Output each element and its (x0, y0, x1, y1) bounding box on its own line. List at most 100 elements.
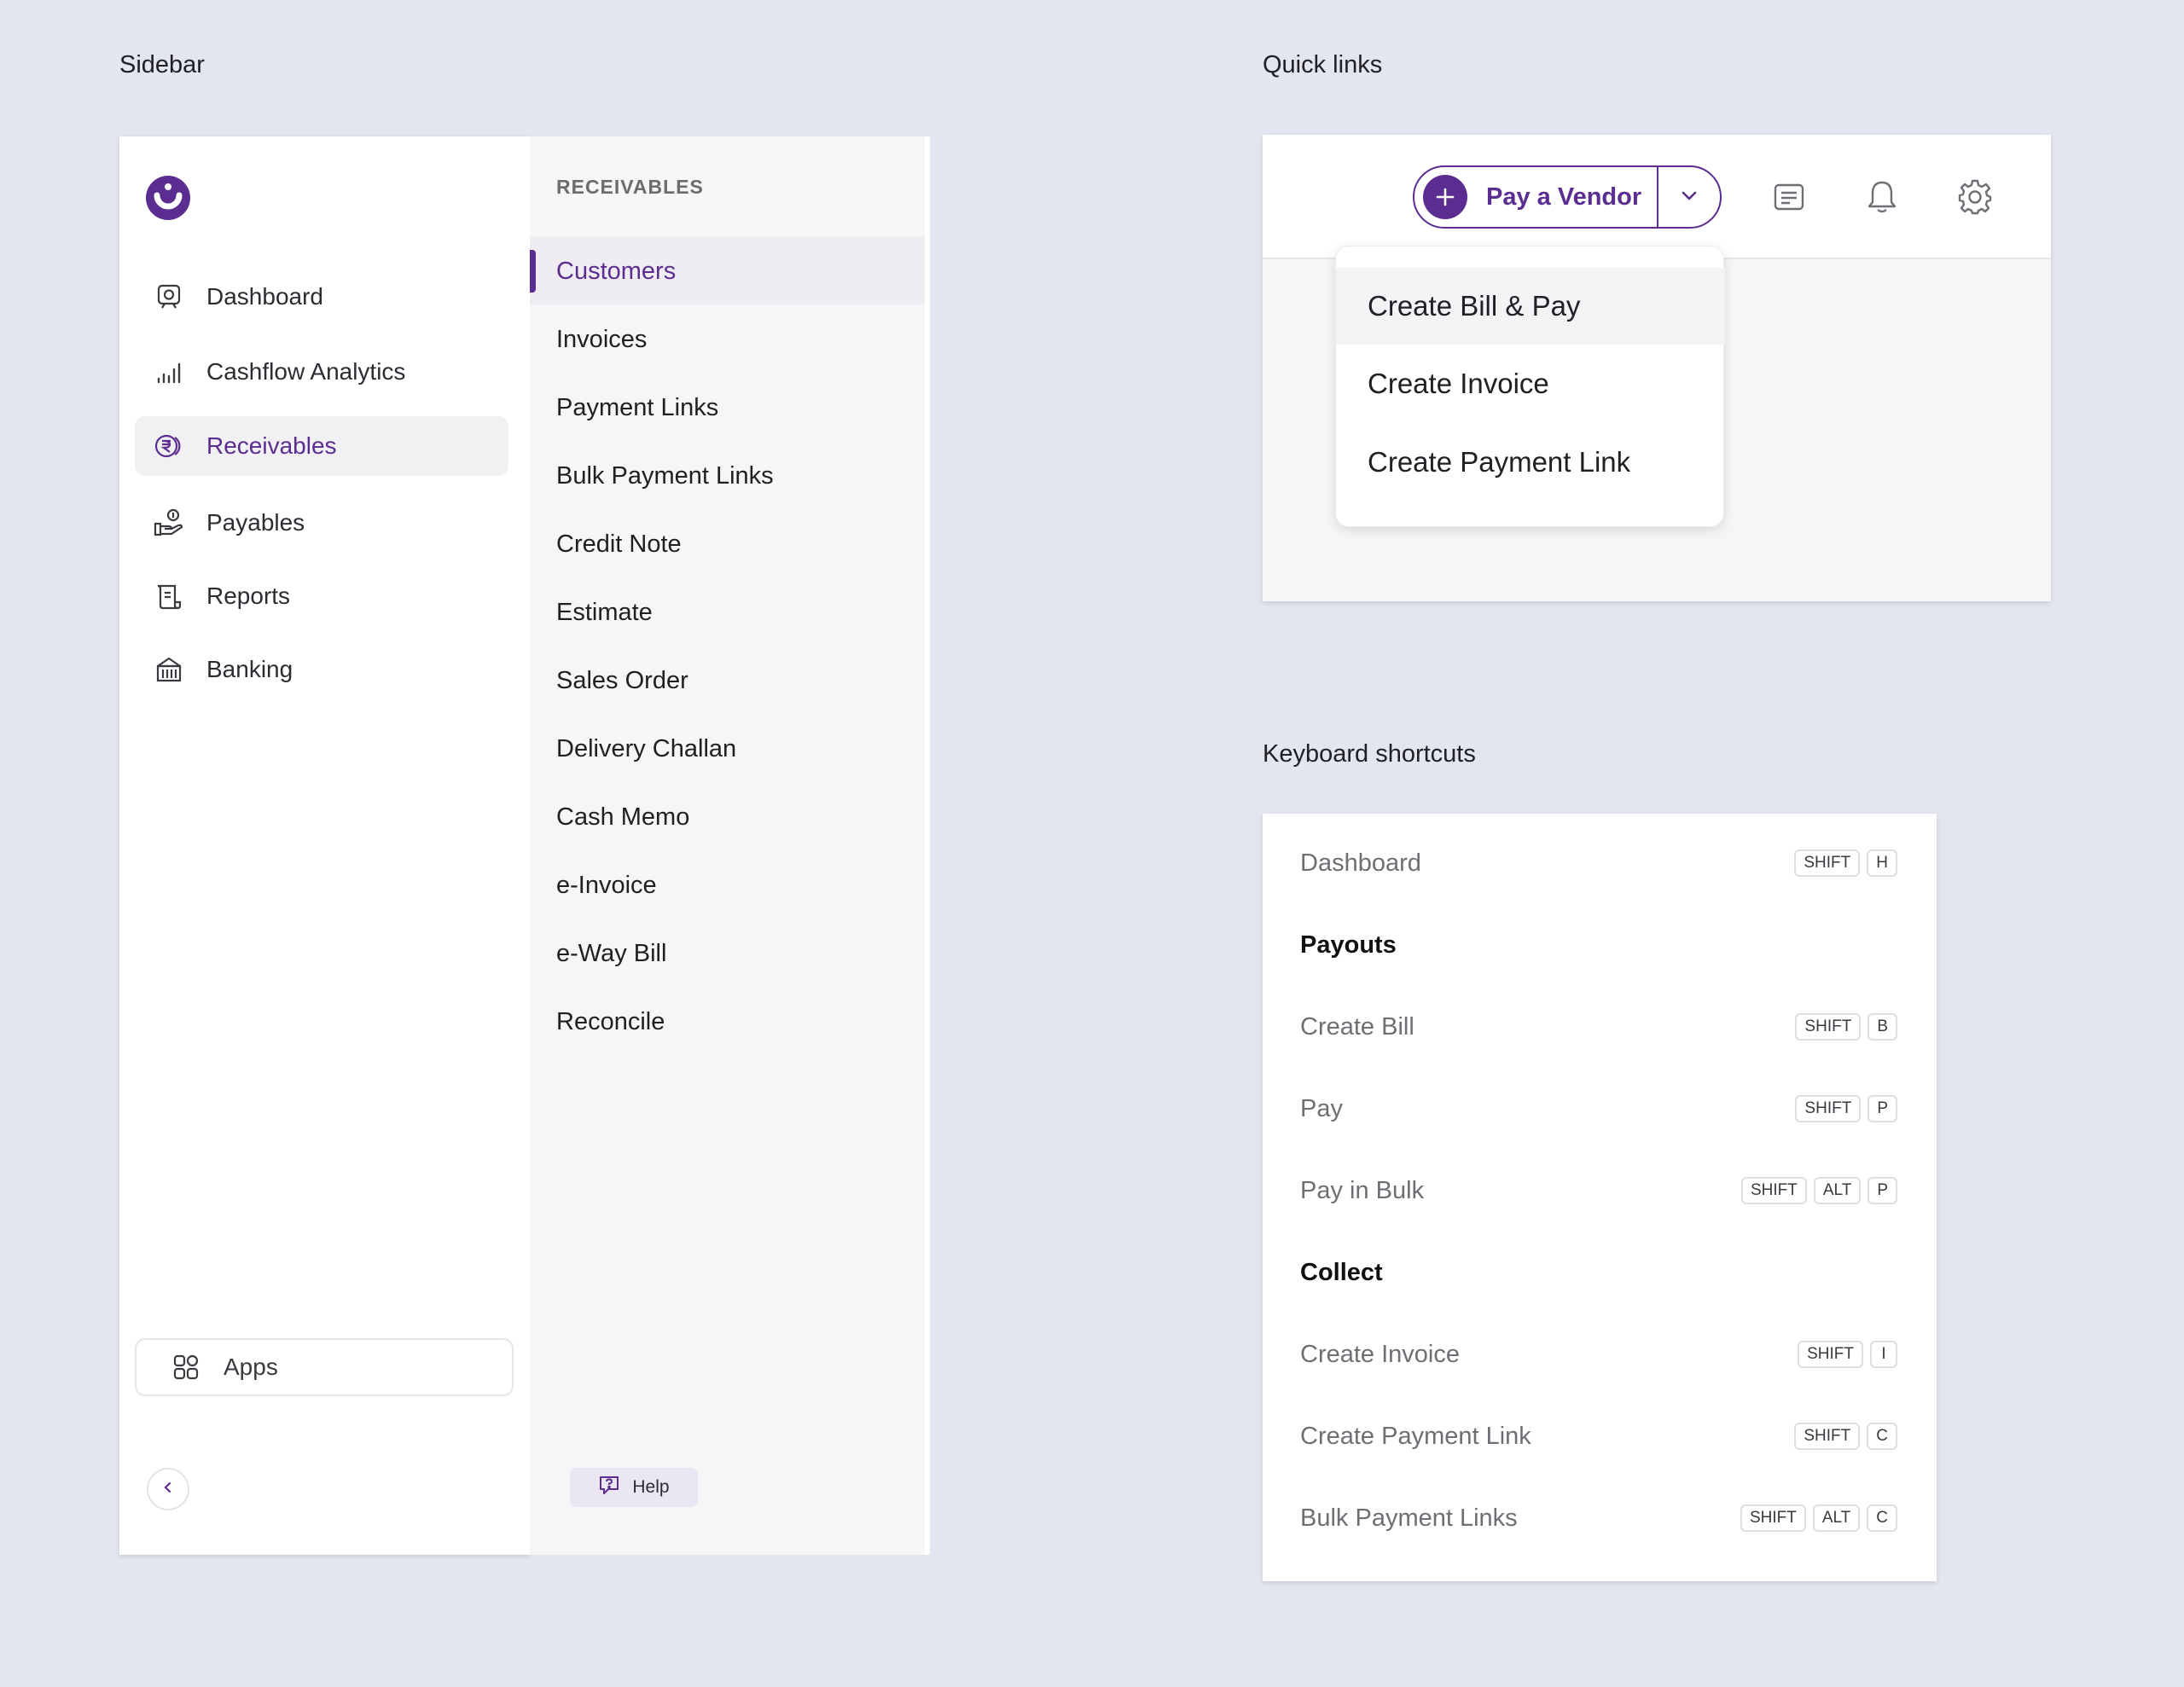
shortcut-row-bulk-payment-links[interactable]: Bulk Payment Links SHIFT ALT C (1300, 1493, 1897, 1544)
sidebar-item-payables[interactable]: Payables (135, 493, 508, 553)
shortcut-keys: SHIFT I (1798, 1341, 1897, 1368)
hand-coin-icon (152, 506, 186, 540)
quick-links-panel: Pay a Vendor Create Bill & Pay Create In… (1263, 135, 2051, 601)
shortcut-keys: SHIFT C (1794, 1423, 1897, 1450)
menu-item-create-payment-link[interactable]: Create Payment Link (1336, 424, 1725, 501)
subnav-item-cash-memo[interactable]: Cash Memo (530, 784, 925, 850)
shortcut-row-create-invoice[interactable]: Create Invoice SHIFT I (1300, 1329, 1897, 1380)
bank-icon (152, 652, 186, 687)
key-cap: H (1867, 849, 1897, 877)
key-cap: SHIFT (1795, 1013, 1862, 1041)
shortcut-keys: SHIFT P (1795, 1095, 1897, 1122)
subnav-item-bulk-payment-links[interactable]: Bulk Payment Links (530, 443, 925, 509)
receivables-subnav: RECEIVABLES Customers Invoices Payment L… (530, 136, 930, 1555)
chevron-left-icon (160, 1480, 176, 1499)
subnav-item-invoices[interactable]: Invoices (530, 306, 925, 373)
subnav-item-customers[interactable]: Customers (530, 238, 925, 304)
key-cap: SHIFT (1794, 849, 1861, 877)
shortcut-keys: SHIFT ALT C (1740, 1504, 1897, 1532)
sidebar-item-label: Banking (206, 656, 293, 682)
help-button[interactable]: Help (570, 1468, 698, 1507)
key-cap: SHIFT (1795, 1095, 1862, 1122)
sidebar-item-label: Payables (206, 509, 305, 536)
shortcut-row-pay[interactable]: Pay SHIFT P (1300, 1083, 1897, 1134)
key-cap: P (1867, 1095, 1897, 1122)
keyboard-shortcuts-section-label: Keyboard shortcuts (1263, 740, 1476, 768)
subnav-title: RECEIVABLES (556, 176, 704, 198)
rupee-coins-icon (152, 429, 186, 463)
shortcut-label: Create Bill (1300, 1012, 1414, 1041)
sidebar-item-label: Receivables (206, 432, 337, 459)
key-cap: SHIFT (1740, 1177, 1807, 1204)
dropdown-toggle[interactable] (1658, 185, 1720, 210)
gear-icon[interactable] (1955, 177, 1995, 217)
shortcut-label: Create Payment Link (1300, 1422, 1531, 1450)
apps-grid-icon (169, 1350, 203, 1384)
sidebar-item-reports[interactable]: Reports (135, 566, 508, 626)
collapse-sidebar-button[interactable] (147, 1468, 189, 1510)
shortcut-label: Pay (1300, 1094, 1343, 1122)
shortcut-label: Pay in Bulk (1300, 1176, 1425, 1204)
key-cap: SHIFT (1740, 1504, 1806, 1532)
apps-button[interactable]: Apps (135, 1338, 514, 1396)
plus-icon[interactable] (1423, 175, 1467, 219)
subnav-item-delivery-challan[interactable]: Delivery Challan (530, 716, 925, 782)
primary-sidebar: Dashboard Cashflow Analytics Receivables… (119, 136, 530, 1555)
chevron-down-icon (1679, 185, 1699, 210)
subnav-item-payment-links[interactable]: Payment Links (530, 374, 925, 441)
sidebar-item-receivables[interactable]: Receivables (135, 416, 508, 476)
shortcut-row-create-payment-link[interactable]: Create Payment Link SHIFT C (1300, 1411, 1897, 1462)
analytics-icon (152, 355, 186, 389)
shortcut-row-create-bill[interactable]: Create Bill SHIFT B (1300, 1001, 1897, 1052)
help-label: Help (632, 1477, 670, 1497)
key-cap: SHIFT (1798, 1341, 1863, 1368)
subnav-item-reconcile[interactable]: Reconcile (530, 988, 925, 1055)
key-cap: I (1870, 1341, 1897, 1368)
keyboard-shortcuts-panel: Dashboard SHIFT H Payouts Create Bill SH… (1263, 814, 1937, 1581)
subnav-item-e-invoice[interactable]: e-Invoice (530, 852, 925, 919)
key-cap: B (1867, 1013, 1897, 1041)
shortcut-group-heading-payouts: Payouts (1300, 919, 1897, 971)
top-header: Pay a Vendor (1263, 135, 2051, 259)
menu-item-create-invoice[interactable]: Create Invoice (1336, 345, 1725, 422)
sidebar-item-dashboard[interactable]: Dashboard (135, 267, 508, 327)
bell-icon[interactable] (1862, 177, 1902, 217)
shortcut-label: Dashboard (1300, 849, 1421, 877)
key-cap: ALT (1812, 1504, 1861, 1532)
key-cap: C (1867, 1504, 1897, 1532)
scroll-icon (152, 579, 186, 613)
subnav-item-credit-note[interactable]: Credit Note (530, 511, 925, 577)
shortcut-keys: SHIFT B (1795, 1013, 1897, 1041)
key-cap: SHIFT (1794, 1423, 1861, 1450)
group-heading: Payouts (1300, 930, 1397, 959)
group-heading: Collect (1300, 1258, 1383, 1286)
subnav-item-sales-order[interactable]: Sales Order (530, 647, 925, 714)
sidebar-item-label: Cashflow Analytics (206, 358, 406, 385)
pay-vendor-button[interactable]: Pay a Vendor (1486, 183, 1657, 212)
notes-icon[interactable] (1769, 177, 1809, 217)
key-cap: C (1867, 1423, 1897, 1450)
apps-label: Apps (224, 1354, 278, 1380)
shortcut-row-pay-in-bulk[interactable]: Pay in Bulk SHIFT ALT P (1300, 1165, 1897, 1216)
sidebar-item-cashflow-analytics[interactable]: Cashflow Analytics (135, 342, 508, 402)
subnav-item-e-way-bill[interactable]: e-Way Bill (530, 920, 925, 987)
shortcut-keys: SHIFT ALT P (1740, 1177, 1897, 1204)
sidebar-item-label: Dashboard (206, 283, 323, 310)
shortcut-keys: SHIFT H (1794, 849, 1897, 877)
menu-item-create-bill-pay[interactable]: Create Bill & Pay (1336, 268, 1725, 345)
key-cap: P (1867, 1177, 1897, 1204)
help-chat-icon (598, 1474, 620, 1501)
quick-links-dropdown-menu: Create Bill & Pay Create Invoice Create … (1335, 246, 1725, 527)
sidebar-item-label: Reports (206, 583, 291, 609)
subnav-item-estimate[interactable]: Estimate (530, 579, 925, 646)
dashboard-icon (152, 280, 186, 314)
key-cap: ALT (1813, 1177, 1862, 1204)
shortcut-group-heading-collect: Collect (1300, 1247, 1897, 1298)
shortcut-row-dashboard[interactable]: Dashboard SHIFT H (1300, 838, 1897, 889)
logo-icon[interactable] (145, 175, 191, 221)
sidebar-section-label: Sidebar (119, 51, 205, 78)
quick-links-section-label: Quick links (1263, 51, 1383, 78)
shortcut-label: Create Invoice (1300, 1340, 1460, 1368)
shortcut-label: Bulk Payment Links (1300, 1504, 1518, 1532)
sidebar-item-banking[interactable]: Banking (135, 640, 508, 699)
